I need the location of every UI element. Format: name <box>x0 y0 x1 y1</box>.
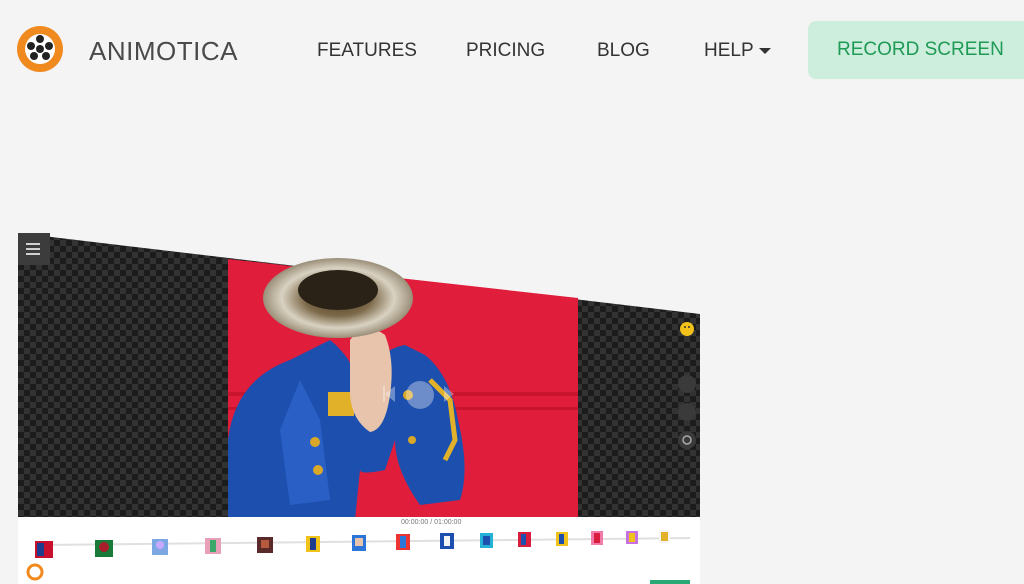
settings-icon[interactable] <box>678 431 696 449</box>
tool-button[interactable] <box>678 375 696 393</box>
timecode: 00:00:00 / 01:00:00 <box>401 519 462 526</box>
emoji-icon[interactable] <box>680 322 694 336</box>
video-frame <box>228 258 578 520</box>
menu-icon[interactable] <box>18 233 50 265</box>
playhead-handle[interactable] <box>26 563 44 581</box>
timeline-scrollbar[interactable] <box>650 580 690 584</box>
tool-button[interactable] <box>678 403 696 421</box>
editor-preview <box>18 233 700 584</box>
